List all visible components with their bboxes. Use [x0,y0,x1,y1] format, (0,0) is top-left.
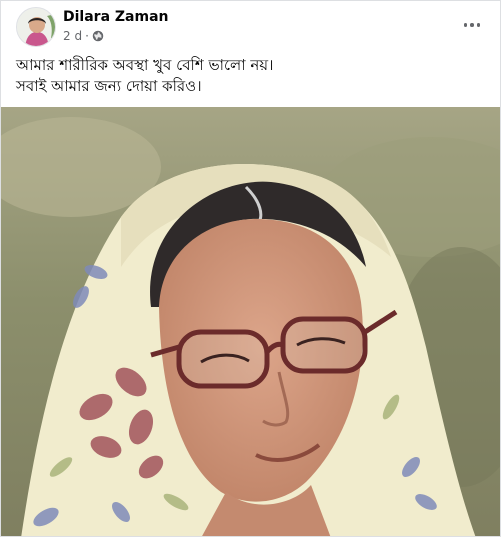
post-photo[interactable] [1,107,500,536]
post-header: Dilara Zaman 2 d · [1,1,500,53]
post-message-line: আমার শারীরিক অবস্থা খুব বেশি ভালো নয়। [16,56,274,74]
author-name[interactable]: Dilara Zaman [63,8,169,26]
post-meta: 2 d · [63,28,104,44]
more-options-dot [476,23,481,27]
meta-separator: · [85,29,89,43]
post-time[interactable]: 2 d [63,28,82,44]
more-options-dot [463,23,468,27]
post-message: আমার শারীরিক অবস্থা খুব বেশি ভালো নয়। স… [16,55,486,97]
more-options-dot [470,23,474,27]
globe-icon[interactable] [92,30,104,42]
facebook-post: Dilara Zaman 2 d · আমার শারীরিক অবস্থা খ… [0,0,501,537]
avatar-image [17,8,55,46]
author-avatar[interactable] [16,7,56,47]
portrait-image [1,107,500,536]
post-message-line: সবাই আমার জন্য দোয়া করিও। [16,77,202,95]
more-options-button[interactable] [458,13,486,37]
